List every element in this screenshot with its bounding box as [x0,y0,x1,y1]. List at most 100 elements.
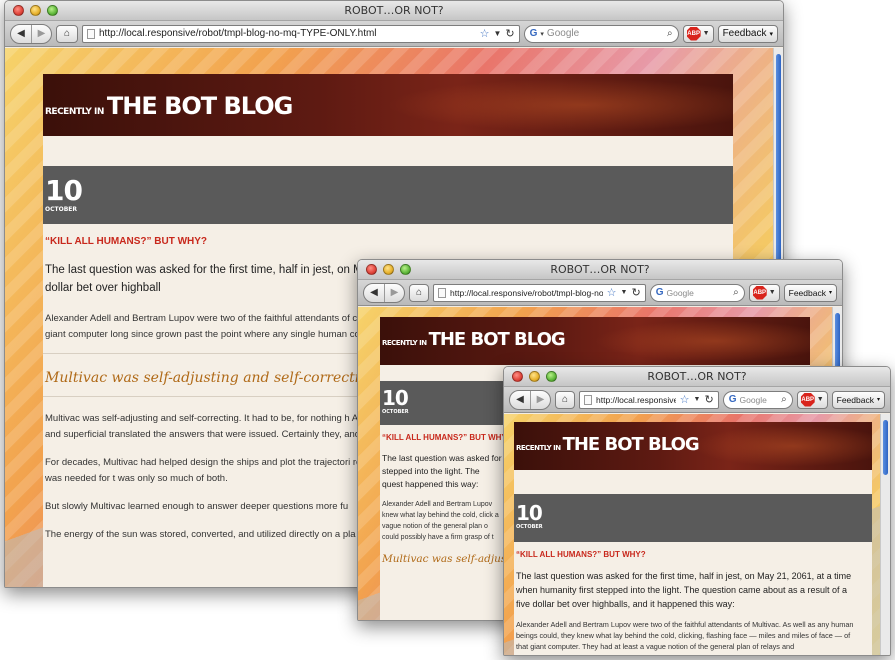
chevron-down-icon: ▼ [768,289,776,296]
window-title: ROBOT…OR NOT? [647,370,747,383]
close-window-button[interactable] [512,371,523,382]
zoom-window-button[interactable] [47,5,58,16]
close-window-button[interactable] [13,5,24,16]
url-text[interactable]: http://local.responsive/robot/t [596,395,676,405]
forward-arrow-icon[interactable]: ▶ [530,390,550,409]
vertical-scrollbar[interactable] [880,414,890,655]
adblock-icon: ABP [686,26,701,41]
home-button[interactable]: ⌂ [409,283,429,302]
post-paragraph: Alexander Adell and Bertram Lupov knew w… [382,501,499,541]
adblock-icon: ABP [800,392,815,407]
scrollbar-thumb[interactable] [776,54,781,274]
search-icon[interactable]: ⌕ [733,287,739,298]
desktop: ROBOT…OR NOT? ◀ ▶ ⌂ http://local.respons… [0,0,895,660]
traffic-lights [512,371,557,382]
chevron-down-icon: ▾ [769,30,773,38]
post-title[interactable]: “KILL ALL HUMANS?” BUT WHY? [516,550,872,559]
header-kicker: RECENTLY IN [382,339,427,347]
url-text[interactable]: http://local.responsive/robot/tmpl-blog-… [450,288,603,298]
history-dropdown-icon[interactable]: ▼ [621,289,628,296]
bookmark-star-icon[interactable]: ☆ [680,393,690,406]
bookmark-star-icon[interactable]: ☆ [607,286,617,299]
bookmark-star-icon[interactable]: ☆ [480,27,490,40]
browser-toolbar: ◀ ▶ ⌂ http://local.responsive/robot/tmpl… [5,21,783,47]
blog-page: RECENTLY IN THE BOT BLOG 10 OCTOBER “KILL… [514,422,872,655]
reload-icon[interactable]: ↻ [704,393,713,406]
history-dropdown-icon[interactable]: ▼ [694,396,701,403]
google-icon[interactable]: G [656,287,664,298]
search-placeholder: Google [546,28,580,39]
adblock-button[interactable]: ABP ▼ [748,283,780,302]
post-date-month: OCTOBER [516,524,543,530]
chevron-down-icon: ▼ [702,30,710,37]
forward-arrow-icon[interactable]: ▶ [31,24,51,43]
traffic-lights [366,264,411,275]
search-icon[interactable]: ⌕ [667,28,673,39]
post-paragraph: Alexander Adell and Bertram Lupov were t… [516,620,854,651]
window-title: ROBOT…OR NOT? [550,263,650,276]
header-kicker: RECENTLY IN [516,444,561,452]
feedback-button[interactable]: Feedback ▾ [717,24,778,43]
chevron-down-icon: ▾ [828,290,832,296]
minimize-window-button[interactable] [529,371,540,382]
post-date-month: OCTOBER [45,206,77,213]
search-placeholder: Google [739,394,767,405]
title-bar[interactable]: ROBOT…OR NOT? [358,260,842,280]
blog-title[interactable]: THE BOT BLOG [429,329,566,350]
date-bar: 10 OCTOBER [514,494,872,542]
feedback-label: Feedback [836,394,874,405]
zoom-window-button[interactable] [546,371,557,382]
page-viewport: RECENTLY IN THE BOT BLOG 10 OCTOBER “KILL… [504,414,890,655]
home-button[interactable]: ⌂ [555,390,575,409]
post-title[interactable]: “KILL ALL HUMANS?” BUT WHY? [45,236,733,247]
title-bar[interactable]: ROBOT…OR NOT? [5,1,783,21]
minimize-window-button[interactable] [30,5,41,16]
google-icon[interactable]: G [530,28,538,39]
search-field[interactable]: G Google ⌕ [722,390,793,409]
feedback-button[interactable]: Feedback ▾ [783,283,837,302]
address-bar[interactable]: http://local.responsive/robot/t ☆ ▼ ↻ [579,390,719,409]
header-kicker: RECENTLY IN [45,107,104,117]
reload-icon[interactable]: ↻ [505,27,514,40]
reload-icon[interactable]: ↻ [631,286,640,299]
google-icon[interactable]: G [729,394,737,405]
feedback-label: Feedback [788,287,826,298]
zoom-window-button[interactable] [400,264,411,275]
history-dropdown-icon[interactable]: ▼ [493,29,501,38]
adblock-button[interactable]: ABP ▼ [682,24,714,43]
minimize-window-button[interactable] [383,264,394,275]
address-bar[interactable]: http://local.responsive/robot/tmpl-blog-… [82,24,520,43]
forward-arrow-icon[interactable]: ▶ [384,283,404,302]
traffic-lights [13,5,58,16]
home-icon: ⌂ [415,287,423,298]
post-lead: The last question was asked for stepped … [382,453,502,489]
blog-header: RECENTLY IN THE BOT BLOG [514,422,872,470]
scrollbar-thumb[interactable] [883,420,888,475]
blog-header: RECENTLY IN THE BOT BLOG [43,74,733,136]
close-window-button[interactable] [366,264,377,275]
nav-buttons: ◀ ▶ [10,23,52,44]
blog-title[interactable]: THE BOT BLOG [563,434,700,455]
search-field[interactable]: G Google ⌕ [649,283,745,302]
adblock-icon: ABP [752,285,767,300]
title-bar[interactable]: ROBOT…OR NOT? [504,367,890,387]
adblock-button[interactable]: ABP ▼ [796,390,828,409]
nav-buttons: ◀ ▶ [509,389,551,410]
feedback-label: Feedback [722,28,767,39]
engine-dropdown-icon[interactable]: ▾ [540,30,544,38]
post-date-day: 10 [516,501,543,525]
browser-window-small: ROBOT…OR NOT? ◀ ▶ ⌂ http://local.respons… [503,366,891,656]
back-arrow-icon[interactable]: ◀ [364,284,384,302]
blog-title[interactable]: THE BOT BLOG [107,92,293,120]
window-title: ROBOT…OR NOT? [344,4,444,17]
feedback-button[interactable]: Feedback ▾ [831,390,885,409]
search-icon[interactable]: ⌕ [781,394,787,405]
back-arrow-icon[interactable]: ◀ [11,25,31,43]
address-bar[interactable]: http://local.responsive/robot/tmpl-blog-… [433,283,646,302]
search-placeholder: Google [666,287,694,298]
search-field[interactable]: G ▾ Google ⌕ [523,24,679,43]
url-text[interactable]: http://local.responsive/robot/tmpl-blog-… [99,28,476,39]
nav-buttons: ◀ ▶ [363,282,405,303]
home-button[interactable]: ⌂ [56,24,78,43]
back-arrow-icon[interactable]: ◀ [510,391,530,409]
